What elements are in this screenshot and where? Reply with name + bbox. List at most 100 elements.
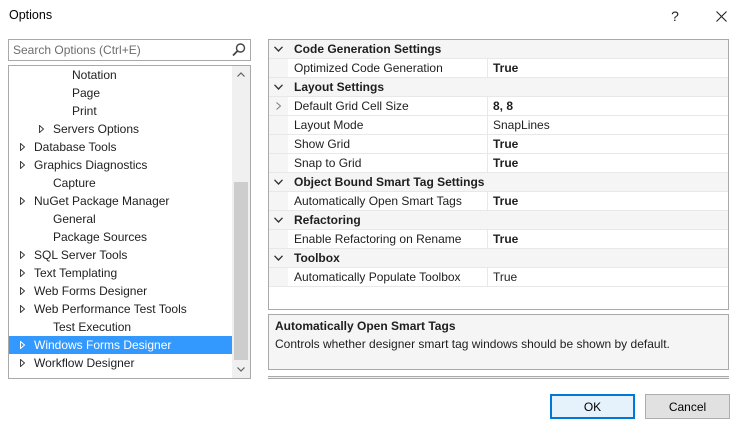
grid-category[interactable]: Code Generation Settings — [269, 40, 728, 59]
collapse-arrow-icon — [274, 46, 283, 52]
property-name: Default Grid Cell Size — [294, 99, 409, 113]
scroll-thumb[interactable] — [234, 182, 248, 360]
grid-property-row[interactable]: Default Grid Cell Size 8, 8 — [269, 97, 728, 116]
collapse-arrow-icon — [274, 217, 283, 223]
grid-gutter — [269, 59, 288, 77]
property-name: Automatically Open Smart Tags — [294, 194, 462, 208]
grid-property-row[interactable]: Automatically Populate Toolbox True — [269, 268, 728, 287]
tree-scrollbar[interactable] — [232, 66, 250, 378]
grid-category[interactable]: Refactoring — [269, 211, 728, 230]
cancel-button[interactable]: Cancel — [645, 394, 730, 419]
tree-item-label: Notation — [72, 68, 117, 82]
collapse-arrow-icon — [274, 84, 283, 90]
tree-item[interactable]: Print — [9, 102, 232, 120]
expand-arrow-icon[interactable] — [17, 192, 27, 210]
grid-category[interactable]: Layout Settings — [269, 78, 728, 97]
expand-arrow-icon[interactable] — [17, 138, 27, 156]
property-value[interactable]: SnapLines — [493, 118, 550, 132]
tree-item[interactable]: Package Sources — [9, 228, 232, 246]
options-tree[interactable]: Notation Page Print Servers Options Database… — [8, 65, 251, 379]
grid-gutter — [269, 230, 288, 248]
description-panel: Automatically Open Smart Tags Controls w… — [268, 314, 729, 370]
grid-gutter[interactable] — [269, 173, 288, 191]
tree-item[interactable]: Database Tools — [9, 138, 232, 156]
tree-item-label: Page — [72, 86, 101, 100]
tree-item[interactable]: Capture — [9, 174, 232, 192]
expand-arrow-icon[interactable] — [17, 282, 27, 300]
tree-item-label: Test Execution — [53, 320, 132, 334]
property-grid[interactable]: Code Generation Settings Optimized Code G… — [268, 39, 729, 310]
tree-item-label: Servers Options — [53, 122, 140, 136]
grid-gutter — [269, 116, 288, 134]
close-button[interactable] — [698, 0, 744, 32]
property-value[interactable]: True — [493, 61, 518, 75]
grid-gutter[interactable] — [269, 211, 288, 229]
property-value[interactable]: True — [493, 232, 518, 246]
expand-arrow-icon[interactable] — [17, 246, 27, 264]
tree-item-label: Windows Forms Designer — [34, 338, 172, 352]
grid-property-row[interactable]: Layout Mode SnapLines — [269, 116, 728, 135]
property-value[interactable]: True — [493, 137, 518, 151]
grid-category[interactable]: Object Bound Smart Tag Settings — [269, 173, 728, 192]
chevron-down-icon — [237, 367, 245, 372]
tree-item[interactable]: Workflow Designer — [9, 354, 232, 372]
property-value[interactable]: True — [493, 156, 518, 170]
expand-arrow-icon[interactable] — [17, 300, 27, 318]
tree-item[interactable]: Page — [9, 84, 232, 102]
column-separator — [487, 116, 488, 134]
tree-item-label: SQL Server Tools — [34, 248, 128, 262]
grid-gutter[interactable] — [269, 249, 288, 267]
grid-property-row[interactable]: Show Grid True — [269, 135, 728, 154]
ok-button[interactable]: OK — [550, 394, 635, 419]
category-label: Refactoring — [294, 213, 361, 227]
grid-property-row[interactable]: Automatically Open Smart Tags True — [269, 192, 728, 211]
tree-item[interactable]: Text Templating — [9, 264, 232, 282]
search-icon[interactable] — [231, 42, 247, 58]
expand-arrow-icon[interactable] — [17, 156, 27, 174]
tree-item[interactable]: Notation — [9, 66, 232, 84]
tree-item[interactable]: NuGet Package Manager — [9, 192, 232, 210]
column-separator — [487, 97, 488, 115]
grid-category[interactable]: Toolbox — [269, 249, 728, 268]
description-text: Controls whether designer smart tag wind… — [275, 337, 670, 351]
tree-item-label: Package Sources — [53, 230, 148, 244]
tree-item[interactable]: Servers Options — [9, 120, 232, 138]
expand-arrow-icon[interactable] — [17, 336, 27, 354]
property-name: Enable Refactoring on Rename — [294, 232, 462, 246]
property-value[interactable]: True — [493, 270, 517, 284]
grid-gutter[interactable] — [269, 97, 288, 115]
grid-property-row[interactable]: Enable Refactoring on Rename True — [269, 230, 728, 249]
description-title: Automatically Open Smart Tags — [275, 319, 456, 333]
category-label: Layout Settings — [294, 80, 385, 94]
title-bar: Options ? — [0, 0, 744, 32]
search-input[interactable] — [9, 40, 229, 60]
tree-item[interactable]: General — [9, 210, 232, 228]
scroll-down-button[interactable] — [232, 361, 250, 378]
expand-arrow-icon[interactable] — [36, 120, 46, 138]
grid-gutter — [269, 192, 288, 210]
panel-splitter[interactable] — [268, 376, 729, 379]
tree-item-label: NuGet Package Manager — [34, 194, 170, 208]
property-value[interactable]: True — [493, 194, 518, 208]
expand-arrow-icon[interactable] — [17, 354, 27, 372]
collapse-arrow-icon — [274, 255, 283, 261]
grid-property-row[interactable]: Snap to Grid True — [269, 154, 728, 173]
tree-item[interactable]: Graphics Diagnostics — [9, 156, 232, 174]
tree-item-label: Web Performance Test Tools — [34, 302, 187, 316]
column-separator — [487, 59, 488, 77]
grid-property-row[interactable]: Optimized Code Generation True — [269, 59, 728, 78]
property-value[interactable]: 8, 8 — [493, 99, 513, 113]
tree-item[interactable]: SQL Server Tools — [9, 246, 232, 264]
scroll-up-button[interactable] — [232, 66, 250, 83]
tree-item[interactable]: Windows Forms Designer — [9, 336, 232, 354]
category-label: Code Generation Settings — [294, 42, 442, 56]
grid-gutter[interactable] — [269, 40, 288, 58]
tree-item[interactable]: Test Execution — [9, 318, 232, 336]
tree-item[interactable]: Web Forms Designer — [9, 282, 232, 300]
tree-item-label: Capture — [53, 176, 96, 190]
grid-gutter[interactable] — [269, 78, 288, 96]
expand-arrow-icon[interactable] — [17, 264, 27, 282]
help-button[interactable]: ? — [652, 0, 698, 32]
tree-item[interactable]: Web Performance Test Tools — [9, 300, 232, 318]
property-name: Show Grid — [294, 137, 351, 151]
